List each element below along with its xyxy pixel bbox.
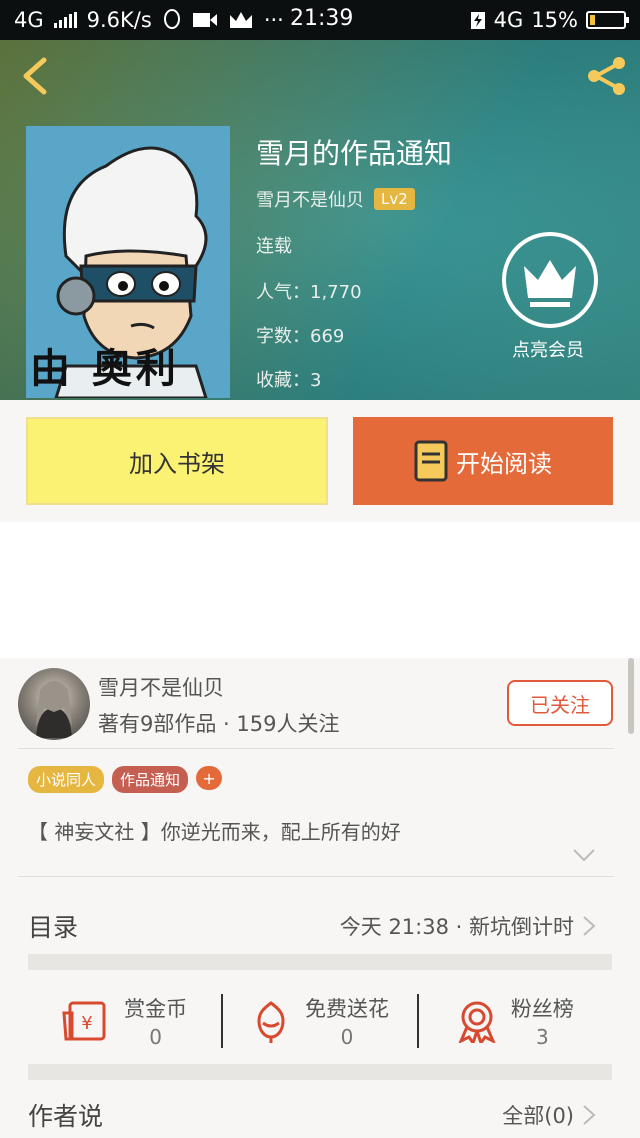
more-dots: ··· [263, 8, 284, 32]
tag-notice[interactable]: 作品通知 [112, 766, 189, 793]
battery-icon [586, 11, 629, 29]
cover-caption: 由 奧利 [30, 345, 180, 392]
fan-ranking-value: 3 [535, 1025, 549, 1049]
free-flowers[interactable]: 免费送花 0 [223, 993, 416, 1049]
vip-label[interactable]: 点亮会员 [512, 336, 584, 362]
network-type-right: 4G [493, 8, 524, 32]
divider [18, 748, 614, 749]
author-says-row[interactable]: 作者说 全部(0) [28, 1092, 596, 1138]
add-to-shelf-label: 加入书架 [129, 449, 225, 478]
free-flowers-value: 0 [340, 1025, 354, 1049]
book-description: 【 神妄文社 】你逆光而来，配上所有的好 [28, 820, 401, 844]
book-cover[interactable]: 由 奧利 [26, 126, 230, 398]
serial-status: 连载 [256, 236, 292, 257]
book-author[interactable]: 雪月不是仙贝 [256, 186, 364, 212]
interaction-stats: ¥ 赏金币 0 免费送花 0 粉丝榜 3 [28, 974, 612, 1068]
action-bar: 加入书架 开始阅读 [0, 400, 640, 522]
chevron-down-icon[interactable] [572, 848, 596, 862]
section-separator [28, 1064, 612, 1080]
charging-icon [470, 12, 485, 29]
section-separator [28, 954, 612, 970]
network-type: 4G [14, 8, 44, 32]
scrollbar[interactable] [628, 658, 634, 734]
author-says-all: 全部(0) [502, 1104, 574, 1128]
word-count: 字数：669 [256, 326, 345, 347]
clock: 21:39 [290, 6, 354, 31]
author-section: 雪月不是仙贝 著有9部作品 · 159人关注 已关注 小说同人 作品通知 + 【… [0, 658, 640, 1138]
toc-label: 目录 [28, 913, 79, 942]
battery-percent: 15% [531, 8, 578, 32]
chevron-right-icon [583, 916, 596, 936]
avatar[interactable] [18, 668, 90, 740]
fan-ranking-label: 粉丝榜 [510, 997, 574, 1021]
author-name[interactable]: 雪月不是仙贝 [98, 672, 224, 702]
medal-icon [458, 1001, 496, 1043]
vip-crown-button[interactable] [502, 232, 598, 328]
flower-icon [257, 1001, 285, 1043]
add-to-shelf-button[interactable]: 加入书架 [26, 417, 328, 505]
tag-list: 小说同人 作品通知 + [28, 766, 223, 793]
favorites-count: 收藏：3 [256, 370, 322, 391]
divider [18, 876, 614, 877]
table-of-contents-row[interactable]: 目录 今天 21:38 · 新坑倒计时 [28, 896, 596, 956]
author-stats: 著有9部作品 · 159人关注 [98, 712, 340, 736]
popularity: 人气：1,770 [256, 282, 362, 303]
book-icon [414, 440, 448, 482]
share-icon[interactable] [582, 52, 630, 100]
svg-text:¥: ¥ [81, 1013, 92, 1034]
net-speed: 9.6K/s [86, 8, 152, 32]
author-says-label: 作者说 [28, 1102, 104, 1131]
level-badge: Lv2 [374, 188, 415, 210]
red-envelope-icon: ¥ [62, 1001, 106, 1041]
reward-coins[interactable]: ¥ 赏金币 0 [28, 993, 221, 1049]
start-reading-button[interactable]: 开始阅读 [353, 417, 613, 505]
tag-fanfic[interactable]: 小说同人 [28, 766, 105, 793]
reward-coins-value: 0 [149, 1025, 163, 1049]
free-flowers-label: 免费送花 [304, 997, 389, 1021]
fan-ranking[interactable]: 粉丝榜 3 [419, 993, 612, 1049]
toc-update: 今天 21:38 · 新坑倒计时 [339, 915, 574, 939]
chevron-right-icon [583, 1105, 596, 1125]
follow-label: 已关注 [530, 692, 590, 717]
add-tag-button[interactable]: + [196, 766, 223, 790]
crown-icon [524, 260, 576, 307]
back-arrow-icon[interactable] [18, 56, 54, 96]
signal-icon [53, 12, 77, 28]
status-bar: 4G 9.6K/s ··· 21:39 4G 15% [0, 0, 640, 40]
reward-coins-label: 赏金币 [124, 997, 188, 1021]
blank-area [0, 522, 640, 658]
book-header: 由 奧利 雪月的作品通知 雪月不是仙贝 Lv2 连载 人气：1,770 字数：6… [0, 40, 640, 400]
follow-button[interactable]: 已关注 [507, 680, 613, 726]
book-title: 雪月的作品通知 [256, 137, 453, 170]
crown-icon [229, 12, 252, 28]
video-icon [192, 13, 217, 27]
start-reading-label: 开始阅读 [456, 449, 552, 478]
qq-icon [163, 9, 180, 29]
